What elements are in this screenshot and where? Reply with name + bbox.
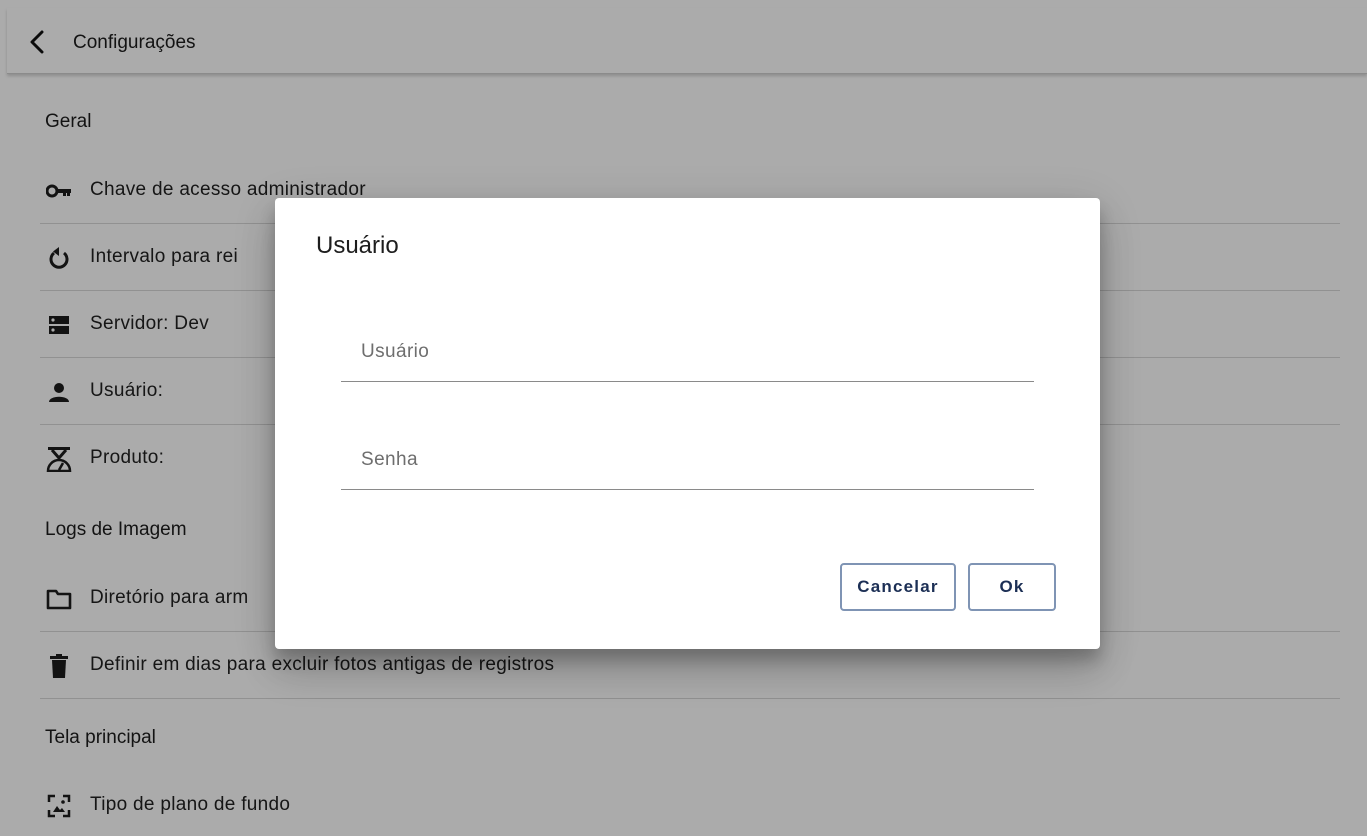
dialog-title: Usuário bbox=[316, 232, 399, 259]
password-field bbox=[341, 430, 1034, 490]
username-input[interactable] bbox=[341, 322, 1034, 381]
user-dialog: Usuário Cancelar Ok bbox=[275, 198, 1100, 649]
password-input[interactable] bbox=[341, 430, 1034, 489]
cancel-button[interactable]: Cancelar bbox=[840, 563, 956, 611]
username-field bbox=[341, 322, 1034, 382]
ok-button[interactable]: Ok bbox=[968, 563, 1056, 611]
